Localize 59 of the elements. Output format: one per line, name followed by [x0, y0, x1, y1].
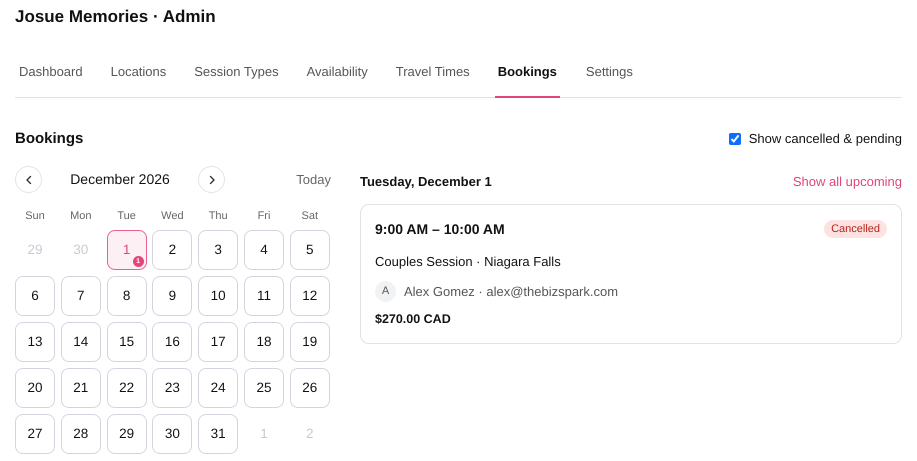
nav-tab[interactable]: Dashboard: [19, 62, 83, 98]
calendar-day[interactable]: 15: [106, 322, 147, 362]
nav-tab[interactable]: Travel Times: [396, 62, 470, 98]
booking-time: 9:00 AM – 10:00 AM: [375, 220, 505, 238]
calendar-day[interactable]: 5: [290, 230, 330, 270]
avatar: A: [375, 281, 396, 302]
checkbox[interactable]: [728, 132, 741, 145]
nav-tab[interactable]: Bookings: [494, 62, 560, 98]
weekday-label: Mon: [69, 209, 92, 224]
calendar-day[interactable]: 17: [198, 322, 238, 362]
client-info: Alex Gomez · alex@thebizspark.com: [404, 282, 618, 301]
calendar-day[interactable]: 29: [106, 414, 147, 454]
today-button[interactable]: Today: [296, 170, 331, 190]
status-badge: Cancelled: [824, 220, 887, 238]
calendar-day[interactable]: 6: [15, 276, 55, 316]
calendar-day[interactable]: 7: [60, 276, 101, 316]
section-title: Bookings: [15, 128, 84, 148]
calendar-day[interactable]: 9: [152, 276, 192, 316]
booking-price: $270.00 CAD: [375, 311, 452, 328]
nav-tab[interactable]: Locations: [110, 62, 166, 98]
calendar-day[interactable]: 25: [244, 368, 284, 408]
calendar-day[interactable]: 30: [152, 414, 192, 454]
calendar-day[interactable]: 31: [198, 414, 238, 454]
weekday-label: Tue: [116, 209, 137, 224]
checkbox-label[interactable]: Show cancelled & pending: [748, 129, 902, 148]
calendar-day[interactable]: 26: [290, 368, 330, 408]
calendar-day[interactable]: 22: [106, 368, 147, 408]
weekday-label: Sat: [300, 209, 320, 224]
calendar-day[interactable]: 8: [106, 276, 147, 316]
calendar-day[interactable]: 14: [60, 322, 101, 362]
calendar-day[interactable]: 2: [152, 230, 192, 270]
calendar-day[interactable]: 23: [152, 368, 192, 408]
nav-tab[interactable]: Settings: [586, 62, 633, 98]
app-title: Josue Memories · Admin: [15, 6, 217, 28]
calendar-day[interactable]: 11: [244, 276, 284, 316]
calendar-day[interactable]: 19: [290, 322, 330, 362]
nav-tab[interactable]: Session Types: [194, 62, 279, 98]
show-all-upcoming-link[interactable]: Show all upcoming: [792, 172, 902, 192]
nav-tab[interactable]: Availability: [306, 62, 368, 98]
calendar-day[interactable]: 24: [198, 368, 238, 408]
selected-date-heading: Tuesday, December 1: [360, 173, 492, 191]
calendar-day[interactable]: 10: [198, 276, 238, 316]
calendar-day[interactable]: 18: [244, 322, 284, 362]
calendar-day[interactable]: 28: [60, 414, 101, 454]
calendar-day[interactable]: 20: [15, 368, 55, 408]
weekday-label: Fri: [256, 209, 272, 224]
weekday-label: Sun: [24, 209, 46, 224]
calendar-day[interactable]: 16: [152, 322, 192, 362]
calendar-day[interactable]: 27: [15, 414, 55, 454]
chevron-left-icon[interactable]: [24, 174, 34, 184]
month-label: December 2026: [69, 170, 171, 189]
calendar-day[interactable]: 4: [244, 230, 284, 270]
calendar-day[interactable]: 12: [290, 276, 330, 316]
calendar-day[interactable]: 13: [15, 322, 55, 362]
booking-service: Couples Session · Niagara Falls: [375, 252, 562, 271]
weekday-label: Thu: [208, 209, 229, 224]
calendar-day[interactable]: 21: [60, 368, 101, 408]
weekday-label: Wed: [160, 209, 185, 224]
calendar-day[interactable]: 3: [198, 230, 238, 270]
